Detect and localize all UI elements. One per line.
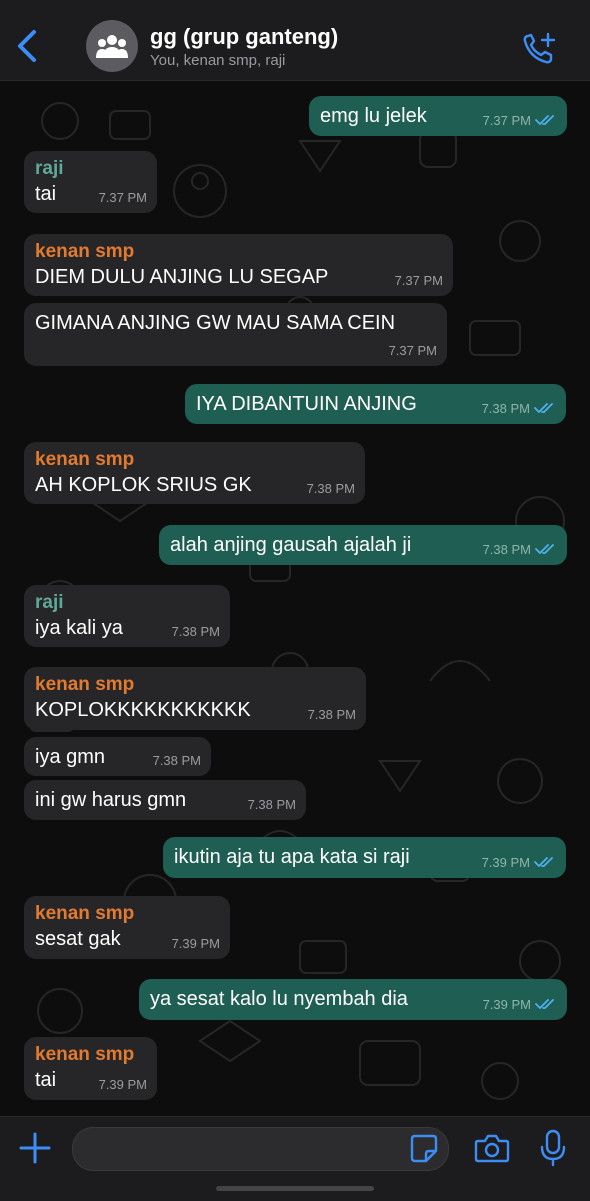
sender-name[interactable]: raji: [35, 592, 64, 614]
outgoing-message[interactable]: ikutin aja tu apa kata si raji 7.39 PM: [163, 837, 566, 878]
voice-note-button[interactable]: [540, 1129, 566, 1167]
sender-name[interactable]: kenan smp: [35, 1044, 134, 1066]
attach-button[interactable]: [18, 1131, 52, 1165]
message-timestamp: 7.39 PM: [98, 1077, 147, 1092]
message-text: iya gmn: [35, 746, 106, 768]
message-text: ini gw harus gmn: [35, 789, 187, 811]
outgoing-message[interactable]: emg lu jelek 7.37 PM: [309, 96, 567, 136]
sender-name[interactable]: kenan smp: [35, 241, 134, 263]
read-receipt-icon: [535, 999, 554, 1009]
message-timestamp: 7.39 PM: [482, 997, 531, 1012]
outgoing-message[interactable]: alah anjing gausah ajalah ji 7.38 PM: [159, 525, 567, 565]
incoming-message[interactable]: kenan smp AH KOPLOK SRIUS GK 7.38 PM: [24, 442, 365, 504]
message-list[interactable]: emg lu jelek 7.37 PM raji tai 7.37 PM kenan s…: [0, 81, 590, 1116]
incoming-message[interactable]: kenan smp KOPLOKKKKKKKKKKK 7.38 PM: [24, 667, 366, 730]
sender-name[interactable]: kenan smp: [35, 449, 134, 471]
message-timestamp: 7.38 PM: [171, 624, 220, 639]
add-call-button[interactable]: [520, 30, 560, 66]
incoming-message[interactable]: ini gw harus gmn 7.38 PM: [24, 780, 306, 820]
camera-button[interactable]: [474, 1133, 510, 1163]
message-timestamp: 7.38 PM: [482, 542, 531, 557]
message-text: KOPLOKKKKKKKKKKK: [35, 699, 251, 721]
sticker-icon: [410, 1134, 438, 1163]
message-text: ya sesat kalo lu nyembah dia: [150, 988, 408, 1010]
incoming-message[interactable]: raji tai 7.37 PM: [24, 151, 157, 213]
message-timestamp: 7.37 PM: [482, 113, 531, 128]
group-avatar[interactable]: [86, 20, 138, 72]
message-timestamp: 7.37 PM: [388, 343, 437, 358]
read-receipt-icon: [534, 857, 553, 867]
chevron-left-icon: [18, 30, 36, 62]
sender-name[interactable]: kenan smp: [35, 674, 134, 696]
message-text: DIEM DULU ANJING LU SEGAP: [35, 266, 329, 288]
message-timestamp: 7.38 PM: [152, 753, 201, 768]
outgoing-message[interactable]: IYA DIBANTUIN ANJING 7.38 PM: [185, 384, 566, 424]
group-members[interactable]: You, kenan smp, raji: [150, 52, 285, 69]
message-timestamp: 7.39 PM: [481, 855, 530, 870]
message-timestamp: 7.38 PM: [307, 707, 356, 722]
read-receipt-icon: [534, 403, 553, 413]
message-timestamp: 7.38 PM: [481, 401, 530, 416]
outgoing-message[interactable]: ya sesat kalo lu nyembah dia 7.39 PM: [139, 979, 567, 1020]
message-text: AH KOPLOK SRIUS GK: [35, 474, 252, 496]
incoming-message[interactable]: iya gmn 7.38 PM: [24, 737, 211, 776]
group-icon: [96, 35, 128, 58]
read-receipt-icon: [535, 544, 554, 554]
read-receipt-icon: [535, 115, 554, 125]
sender-name[interactable]: kenan smp: [35, 903, 134, 925]
message-text: tai: [35, 183, 57, 205]
message-timestamp: 7.39 PM: [171, 936, 220, 951]
incoming-message[interactable]: raji iya kali ya 7.38 PM: [24, 585, 230, 647]
back-button[interactable]: [14, 28, 42, 64]
incoming-message[interactable]: GIMANA ANJING GW MAU SAMA CEIN 7.37 PM: [24, 303, 447, 366]
message-timestamp: 7.38 PM: [306, 481, 355, 496]
camera-icon: [474, 1134, 510, 1163]
plus-icon: [19, 1132, 51, 1164]
chat-header: gg (grup ganteng) You, kenan smp, raji: [0, 0, 590, 81]
message-text: tai: [35, 1069, 57, 1091]
incoming-message[interactable]: kenan smp DIEM DULU ANJING LU SEGAP 7.37 P…: [24, 234, 453, 296]
group-title[interactable]: gg (grup ganteng): [150, 24, 338, 50]
message-timestamp: 7.37 PM: [394, 273, 443, 288]
microphone-icon: [540, 1129, 566, 1167]
message-text: iya kali ya: [35, 617, 123, 639]
message-text: IYA DIBANTUIN ANJING: [196, 393, 417, 415]
message-timestamp: 7.38 PM: [247, 797, 296, 812]
message-text: emg lu jelek: [320, 105, 427, 127]
incoming-message[interactable]: kenan smp tai 7.39 PM: [24, 1037, 157, 1100]
message-input[interactable]: [72, 1127, 449, 1171]
message-text: alah anjing gausah ajalah ji: [170, 534, 412, 556]
message-timestamp: 7.37 PM: [98, 190, 147, 205]
incoming-message[interactable]: kenan smp sesat gak 7.39 PM: [24, 896, 230, 959]
home-indicator: [216, 1186, 374, 1191]
message-text: GIMANA ANJING GW MAU SAMA CEIN: [35, 312, 396, 334]
sender-name[interactable]: raji: [35, 158, 64, 180]
phone-add-icon: [523, 32, 556, 64]
sticker-button[interactable]: [410, 1133, 438, 1163]
message-text: ikutin aja tu apa kata si raji: [174, 846, 410, 868]
message-text: sesat gak: [35, 928, 121, 950]
